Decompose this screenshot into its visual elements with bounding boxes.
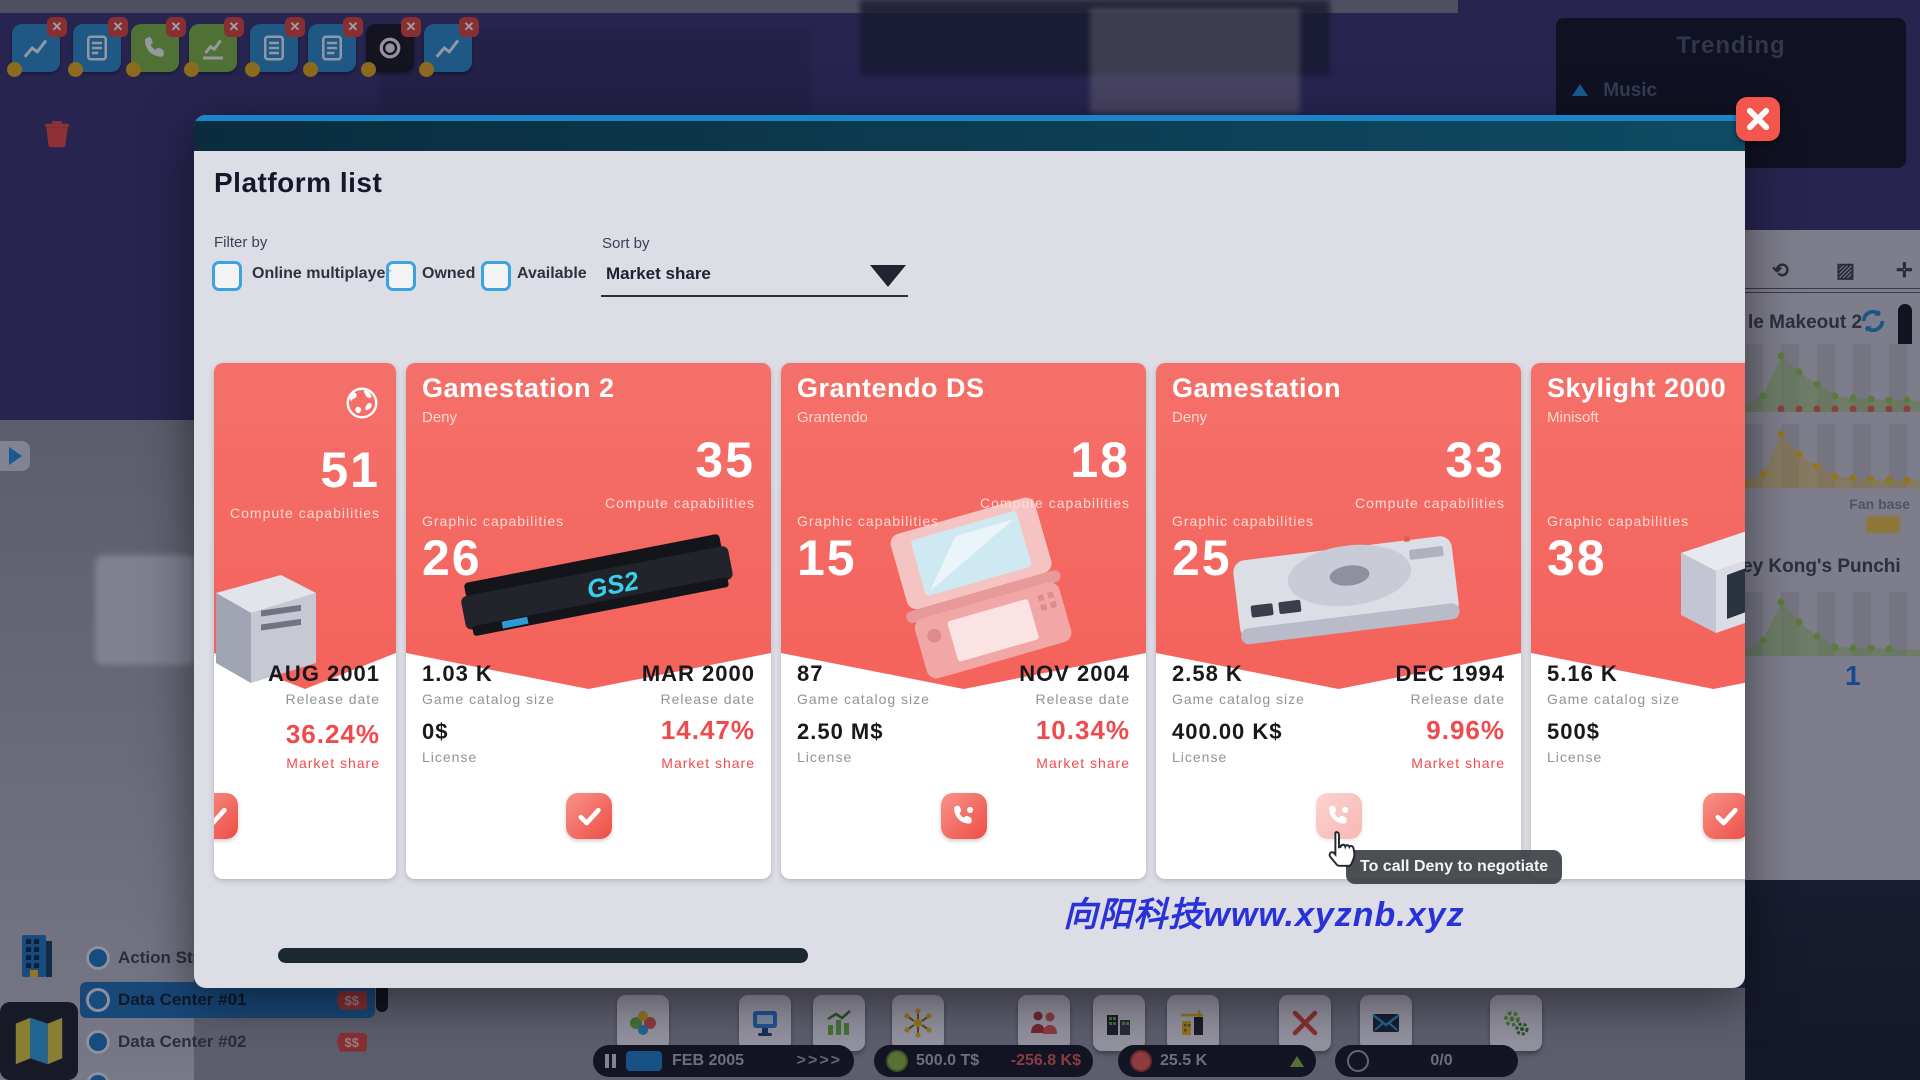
platform-card-gamestation-2: Gamestation 2 Deny 35 Compute capabiliti… [406, 363, 771, 879]
compute-label: Compute capabilities [230, 505, 380, 521]
platform-company: Minisoft [1547, 409, 1599, 426]
screen: ✕ ✕ ✕ ✕ ✕ ✕ ✕ ✕ [0, 0, 1920, 1080]
platform-cards-row: 51 Compute capabilities AUG 2001 Release… [214, 363, 1745, 879]
platform-card-partial: 51 Compute capabilities AUG 2001 Release… [214, 363, 396, 879]
market-share-label: Market share [1036, 755, 1130, 771]
compute-value: 35 [695, 435, 755, 485]
market-share-value: 9.96% [1426, 715, 1505, 746]
market-share-value: 10.34% [1036, 715, 1130, 746]
catalog-label: Game catalog size [1172, 691, 1305, 707]
release-date-label: Release date [285, 691, 380, 707]
catalog-value: 1.03 K [422, 661, 493, 687]
catalog-label: Game catalog size [797, 691, 930, 707]
dropdown-underline [601, 295, 908, 297]
graphic-label: Graphic capabilities [1172, 513, 1314, 529]
compute-label: Compute capabilities [1355, 495, 1505, 511]
svg-text:■: ■ [1403, 533, 1411, 546]
tooltip: To call Deny to negotiate [1346, 850, 1562, 884]
license-label: License [422, 749, 477, 765]
market-share-label: Market share [286, 755, 380, 771]
license-value: 2.50 M$ [797, 719, 884, 745]
sort-selected-value: Market share [606, 264, 711, 284]
compute-value: 18 [1070, 435, 1130, 485]
platform-card-grantendo-ds: Grantendo DS Grantendo 18 Compute capabi… [781, 363, 1146, 879]
chevron-down-icon [870, 265, 906, 287]
phone-icon [1325, 802, 1353, 830]
owned-check-button[interactable] [214, 793, 238, 839]
check-icon [1712, 802, 1740, 830]
graphic-label: Graphic capabilities [422, 513, 564, 529]
checkbox-label: Owned [422, 265, 475, 283]
checkbox-owned[interactable] [386, 261, 416, 291]
dialog-title: Platform list [214, 167, 382, 199]
platform-name: Gamestation [1172, 373, 1341, 404]
catalog-value: 87 [797, 661, 823, 687]
graphic-value: 25 [1172, 533, 1232, 583]
platform-name: Grantendo DS [797, 373, 985, 404]
console-art-retro-computer [1641, 503, 1745, 683]
online-multiplayer-icon [344, 385, 380, 421]
hand-cursor [1320, 828, 1364, 872]
platform-company: Grantendo [797, 409, 868, 426]
close-dialog-button[interactable] [1736, 97, 1780, 141]
platform-company: Deny [1172, 409, 1207, 426]
graphic-value: 38 [1547, 533, 1607, 583]
checkbox-label: Online multiplayer [252, 265, 392, 283]
platform-name: Gamestation 2 [422, 373, 615, 404]
check-icon [575, 802, 603, 830]
owned-check-button[interactable] [566, 793, 612, 839]
catalog-label: Game catalog size [1547, 691, 1680, 707]
compute-label: Compute capabilities [605, 495, 755, 511]
checkbox-available[interactable] [481, 261, 511, 291]
market-share-value: 14.47% [661, 715, 755, 746]
release-date-value: MAR 2000 [642, 661, 755, 687]
watermark-text: 向阳科技www.xyznb.xyz [894, 887, 1634, 936]
graphic-label: Graphic capabilities [797, 513, 939, 529]
compute-value: 33 [1445, 435, 1505, 485]
platform-company: Deny [422, 409, 457, 426]
license-label: License [797, 749, 852, 765]
platform-name: Skylight 2000 [1547, 373, 1726, 404]
catalog-value: 2.58 K [1172, 661, 1243, 687]
owned-check-button[interactable] [1703, 793, 1745, 839]
platform-card-gamestation: Gamestation Deny 33 Compute capabilities… [1156, 363, 1521, 879]
cards-horizontal-scrollbar[interactable] [278, 948, 808, 963]
checkbox-online-multiplayer[interactable] [212, 261, 242, 291]
compute-label: Compute capabilities [980, 495, 1130, 511]
market-share-label: Market share [1411, 755, 1505, 771]
check-icon [214, 802, 229, 830]
release-date-label: Release date [660, 691, 755, 707]
sort-by-label: Sort by [602, 235, 650, 252]
license-label: License [1547, 749, 1602, 765]
catalog-value: 5.16 K [1547, 661, 1618, 687]
license-value: 500$ [1547, 719, 1600, 745]
call-to-negotiate-button[interactable] [941, 793, 987, 839]
license-value: 400.00 K$ [1172, 719, 1283, 745]
graphic-value: 26 [422, 533, 482, 583]
license-value: 0$ [422, 719, 448, 745]
catalog-label: Game catalog size [422, 691, 555, 707]
platform-card-skylight-2000: Skylight 2000 Minisoft Graphic capabilit… [1531, 363, 1745, 879]
close-icon [1744, 105, 1772, 133]
market-share-value: 36.24% [286, 719, 380, 750]
phone-icon [950, 802, 978, 830]
graphic-value: 15 [797, 533, 857, 583]
compute-value: 51 [320, 445, 380, 495]
release-date-value: NOV 2004 [1019, 661, 1130, 687]
checkbox-label: Available [517, 265, 587, 283]
graphic-label: Graphic capabilities [1547, 513, 1689, 529]
release-date-value: DEC 1994 [1395, 661, 1505, 687]
filter-by-label: Filter by [214, 234, 267, 251]
release-date-label: Release date [1410, 691, 1505, 707]
release-date-value: AUG 2001 [268, 661, 380, 687]
license-label: License [1172, 749, 1227, 765]
release-date-label: Release date [1035, 691, 1130, 707]
market-share-label: Market share [661, 755, 755, 771]
dialog-header-bar [194, 121, 1745, 151]
